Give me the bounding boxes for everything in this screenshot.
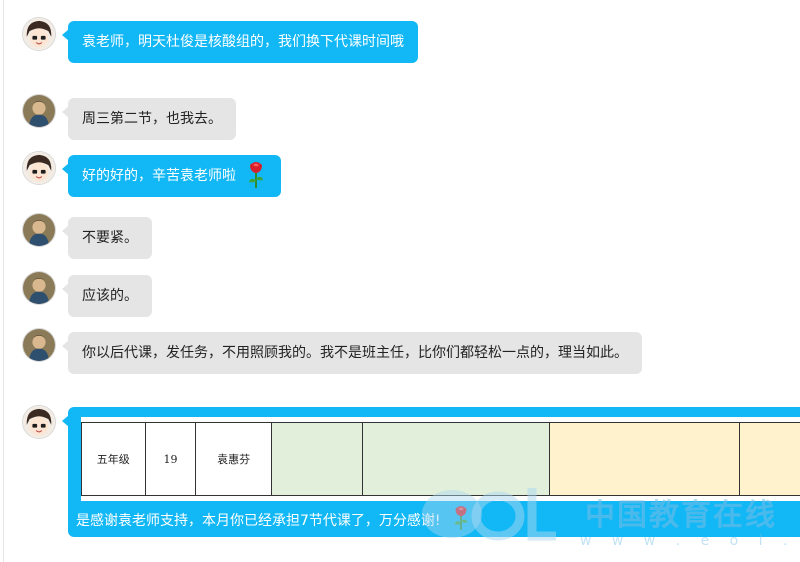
rose-icon <box>454 506 468 530</box>
message-text: 袁老师，明天杜俊是核酸组的，我们换下代课时间哦 <box>82 34 404 50</box>
avatar-self[interactable] <box>22 151 56 185</box>
message-text: 你以后代课，发任务，不用照顾我的。我不是班主任，比你们都轻松一点的，理当如此。 <box>82 345 628 361</box>
table-cell-count: 19 <box>144 422 197 496</box>
table-row: 五年级 19 袁惠芬 <box>81 422 800 496</box>
message-text: 不要紧。 <box>82 230 138 246</box>
avatar-contact[interactable] <box>22 94 56 128</box>
message-bubble[interactable]: 不要紧。 <box>62 217 152 259</box>
spreadsheet-image[interactable]: 五年级 19 袁惠芬 <box>81 417 800 501</box>
table-cell-green <box>270 422 364 496</box>
image-message-bubble[interactable]: 五年级 19 袁惠芬 是感谢袁老师支持，本月你已经承担7节代课了，万分感谢! <box>68 407 800 537</box>
message-bubble[interactable]: 你以后代课，发任务，不用照顾我的。我不是班主任，比你们都轻松一点的，理当如此。 <box>62 332 642 374</box>
avatar-self[interactable] <box>22 405 56 439</box>
caption-text: 是感谢袁老师支持，本月你已经承担7节代课了，万分感谢! <box>76 513 441 529</box>
image-caption: 是感谢袁老师支持，本月你已经承担7节代课了，万分感谢! <box>76 506 471 535</box>
table-cell-yellow <box>548 422 741 496</box>
table-cell-grade: 五年级 <box>81 422 146 496</box>
substitute-table: 五年级 19 袁惠芬 <box>81 422 800 496</box>
rose-icon <box>249 162 264 188</box>
message-text: 应该的。 <box>82 288 138 304</box>
message-text: 周三第二节，也我去。 <box>82 111 222 127</box>
table-cell-green <box>362 422 550 496</box>
message-bubble[interactable]: 好的好的，辛苦袁老师啦 <box>61 155 282 197</box>
avatar-self[interactable] <box>22 17 56 51</box>
message-bubble[interactable]: 应该的。 <box>62 275 152 317</box>
avatar-contact[interactable] <box>22 328 56 362</box>
avatar-contact[interactable] <box>22 271 56 305</box>
table-cell-yellow <box>739 422 800 496</box>
avatar-contact[interactable] <box>22 213 56 247</box>
message-bubble[interactable]: 袁老师，明天杜俊是核酸组的，我们换下代课时间哦 <box>62 21 418 63</box>
window-left-border <box>3 0 4 562</box>
message-bubble[interactable]: 周三第二节，也我去。 <box>62 98 236 140</box>
table-cell-teacher: 袁惠芬 <box>195 422 272 496</box>
message-text: 好的好的，辛苦袁老师啦 <box>82 168 236 184</box>
